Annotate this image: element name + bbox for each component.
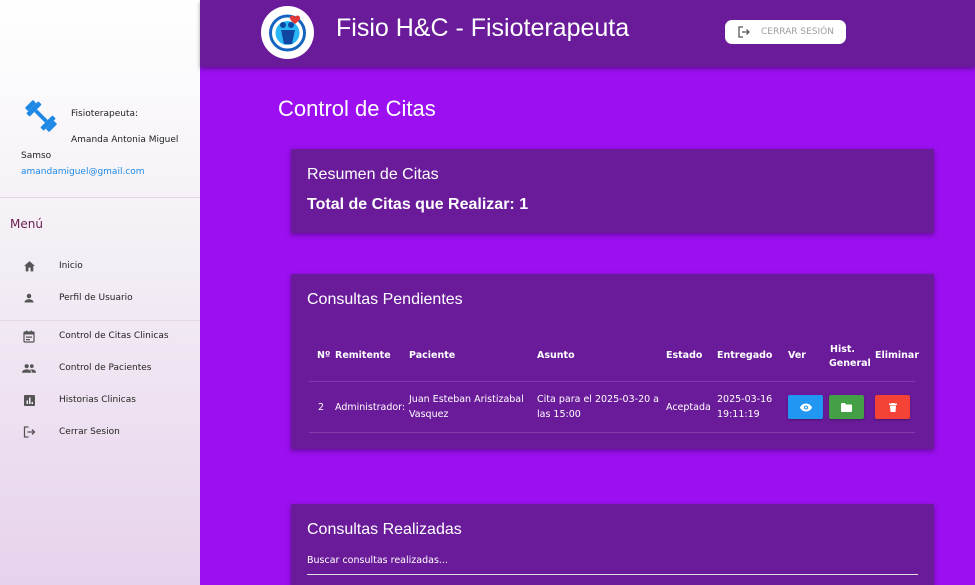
cell-paciente-line1: Juan Esteban Aristizabal [409, 394, 524, 405]
column-header-ver: Ver [788, 350, 806, 361]
cell-remitente: Administrador: [335, 402, 406, 413]
home-icon [22, 259, 36, 273]
pending-card: Consultas Pendientes Nº Remitente Pacien… [291, 274, 934, 449]
column-header-paciente: Paciente [409, 350, 456, 361]
column-header-asunto: Asunto [537, 350, 575, 361]
dumbbell-icon [25, 100, 57, 132]
summary-title: Resumen de Citas [307, 166, 439, 183]
sidebar-item-perfil[interactable]: Perfil de Usuario [0, 283, 200, 313]
logout-icon [737, 26, 751, 38]
sidebar-item-cerrar-sesion[interactable]: Cerrar Sesion [0, 417, 200, 447]
sidebar-item-label: Control de Pacientes [59, 363, 152, 373]
cell-entregado: 2025-03-16 19:11:19 [717, 392, 772, 422]
column-header-eliminar: Eliminar [875, 350, 920, 361]
sidebar: Fisioterapeuta: Amanda Antonia Miguel Sa… [0, 0, 200, 585]
profile-role: Fisioterapeuta: [71, 109, 139, 119]
cell-asunto: Cita para el 2025-03-20 a las 15:00 [537, 392, 659, 422]
profile-name-continued: Samso [21, 151, 52, 161]
sidebar-item-control-pacientes[interactable]: Control de Pacientes [0, 353, 200, 383]
cell-entregado-line1: 2025-03-16 [717, 394, 773, 405]
total-citas: Total de Citas que Realizar: 1 [307, 196, 529, 213]
row-divider [309, 432, 915, 433]
sidebar-item-label: Historias Clinicas [59, 395, 136, 405]
cell-asunto-line1: Cita para el 2025-03-20 a [537, 394, 659, 405]
column-header-entregado: Entregado [717, 350, 773, 361]
page-title: Control de Citas [278, 96, 436, 121]
people-icon [22, 361, 36, 375]
app-title: Fisio H&C - Fisioterapeuta [336, 14, 630, 42]
cell-estado: Aceptada [666, 402, 711, 413]
cell-asunto-line2: las 15:00 [537, 409, 581, 420]
cell-entregado-line2: 19:11:19 [717, 409, 760, 420]
view-button[interactable] [788, 395, 823, 419]
sidebar-item-inicio[interactable]: Inicio [0, 251, 200, 281]
sidebar-item-label: Inicio [59, 261, 83, 271]
header-divider [309, 381, 915, 382]
column-header-estado: Estado [666, 350, 703, 361]
logout-button[interactable]: CERRAR SESIÓN [725, 20, 846, 44]
folder-icon [841, 402, 852, 412]
sidebar-item-label: Perfil de Usuario [59, 293, 133, 303]
pending-title: Consultas Pendientes [307, 291, 463, 308]
column-header-hist-general: Hist. General [829, 343, 871, 371]
column-header-remitente: Remitente [335, 350, 391, 361]
column-header-hist: Hist. [830, 344, 856, 355]
column-header-general: General [829, 358, 871, 369]
cell-paciente-line2: Vasquez [409, 409, 449, 420]
done-title: Consultas Realizadas [307, 521, 462, 538]
sidebar-item-control-citas[interactable]: Control de Citas Clinicas [0, 321, 200, 351]
profile-panel: Fisioterapeuta: Amanda Antonia Miguel Sa… [0, 0, 200, 198]
profile-email[interactable]: amandamiguel@gmail.com [21, 167, 145, 177]
eye-icon [799, 403, 812, 411]
top-header: Fisio H&C - Fisioterapeuta CERRAR SESIÓN [200, 0, 975, 67]
app-logo [261, 6, 314, 59]
sidebar-item-label: Control de Citas Clinicas [59, 331, 169, 341]
trash-icon [888, 402, 897, 412]
cell-num: 2 [318, 402, 325, 413]
logout-icon [22, 425, 36, 439]
sidebar-item-label: Cerrar Sesion [59, 427, 120, 437]
sidebar-item-historias[interactable]: Historias Clinicas [0, 385, 200, 415]
delete-button[interactable] [875, 395, 910, 419]
column-header-num: Nº [317, 350, 331, 361]
history-button[interactable] [829, 395, 864, 419]
chart-icon [22, 393, 36, 407]
person-icon [22, 291, 36, 305]
calendar-icon [22, 329, 36, 343]
done-card: Consultas Realizadas [291, 504, 934, 585]
cell-paciente: Juan Esteban Aristizabal Vasquez [409, 392, 524, 422]
menu-title: Menú [10, 217, 43, 231]
summary-card: Resumen de Citas Total de Citas que Real… [291, 149, 934, 233]
search-input[interactable] [307, 555, 918, 575]
logout-button-label: CERRAR SESIÓN [761, 27, 834, 37]
profile-name: Amanda Antonia Miguel [71, 135, 179, 145]
